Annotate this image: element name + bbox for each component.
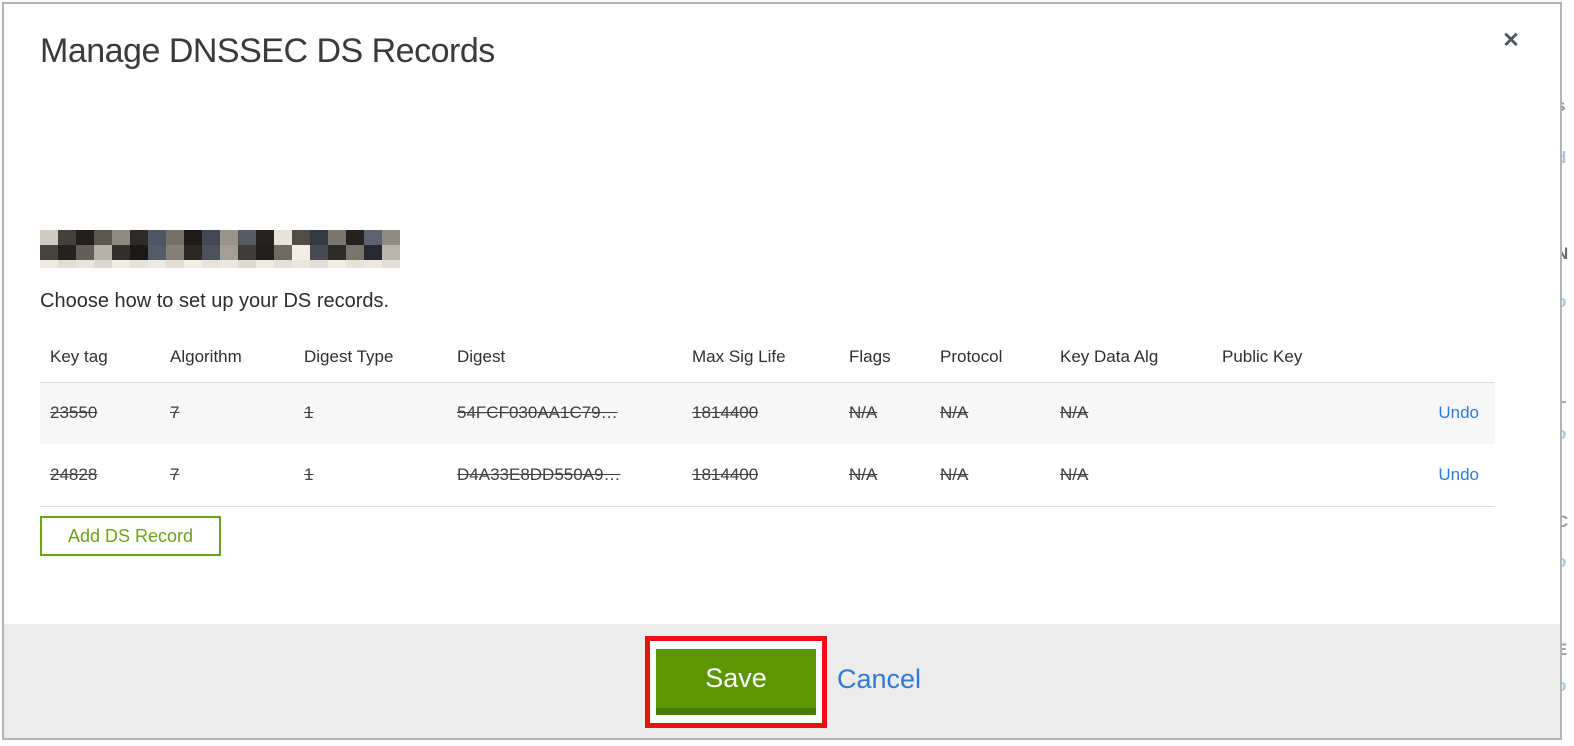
edge-text-fragment: o <box>1562 292 1566 312</box>
edge-text-fragment: E <box>1562 640 1567 660</box>
table-cell: 54FCF030AA1C79… <box>457 403 618 423</box>
table-cell: 1 <box>304 464 314 484</box>
undo-link[interactable]: Undo <box>1438 465 1479 484</box>
edge-text-fragment: o <box>1562 676 1566 696</box>
edge-text-fragment: L <box>1562 388 1566 408</box>
column-header: Digest <box>457 346 506 366</box>
table-cell: 1 <box>304 403 314 423</box>
pixel-row <box>40 230 400 245</box>
column-header: Public Key <box>1222 346 1303 366</box>
annotation-highlight-box: Save <box>645 636 827 728</box>
undo-link[interactable]: Undo <box>1438 403 1479 422</box>
edge-text-fragment: o <box>1562 424 1566 444</box>
action-cell: Undo <box>1422 382 1495 444</box>
table-cell: 1814400 <box>692 403 759 423</box>
add-ds-record-button[interactable]: Add DS Record <box>40 516 222 556</box>
cancel-link[interactable]: Cancel <box>837 664 921 695</box>
dnssec-modal: Manage DNSSEC DS Records ✕ Choose how to… <box>2 2 1562 740</box>
table-cell: 1814400 <box>692 464 759 484</box>
ds-records-table: Key tag Algorithm Digest Type Digest Max Sig… <box>40 332 1495 507</box>
pixel-row <box>40 260 400 268</box>
table-cell: N/A <box>940 403 969 423</box>
table-cell <box>1222 382 1422 444</box>
table-row: 24828 7 1 D4A33E8DD550A9… 1814400 N/A N/A N/A Un… <box>40 444 1495 506</box>
instruction-text: Choose how to set up your DS records. <box>40 290 390 312</box>
background-page-edge: sdNoLoCoEo <box>1562 0 1574 746</box>
table-cell: 7 <box>170 464 180 484</box>
column-header: Key tag <box>50 346 108 366</box>
table-body: 23550 7 1 54FCF030AA1C79… 1814400 N/A N/A N/A Un… <box>40 382 1495 506</box>
table-cell: 24828 <box>50 464 98 484</box>
column-header: Digest Type <box>304 346 394 366</box>
redacted-domain-name <box>40 230 400 268</box>
edge-text-fragment: d <box>1562 148 1566 168</box>
table-cell: N/A <box>940 464 969 484</box>
table-cell: 7 <box>170 403 180 423</box>
table-cell <box>1222 444 1422 506</box>
column-header <box>1422 332 1495 382</box>
table-cell: D4A33E8DD550A9… <box>457 464 621 484</box>
table-cell: N/A <box>1060 403 1089 423</box>
close-icon[interactable]: ✕ <box>1498 28 1524 54</box>
table-cell: N/A <box>1060 464 1089 484</box>
column-header: Key Data Alg <box>1060 346 1159 366</box>
column-header: Flags <box>849 346 891 366</box>
edge-text-fragment: C <box>1562 512 1569 531</box>
table-cell: 23550 <box>50 403 98 423</box>
page-background: sdNoLoCoEo Manage DNSSEC DS Records ✕ Ch… <box>0 0 1574 746</box>
modal-footer: Save Cancel <box>4 624 1560 738</box>
edge-text-fragment: s <box>1562 96 1565 116</box>
table-header-row: Key tag Algorithm Digest Type Digest Max Sig… <box>40 332 1495 382</box>
save-button[interactable]: Save <box>656 649 816 715</box>
column-header: Algorithm <box>170 346 242 366</box>
modal-title: Manage DNSSEC DS Records <box>40 32 495 70</box>
edge-text-fragment: o <box>1562 552 1566 572</box>
column-header: Max Sig Life <box>692 346 786 366</box>
table-row: 23550 7 1 54FCF030AA1C79… 1814400 N/A N/A N/A Un… <box>40 382 1495 444</box>
column-header: Protocol <box>940 346 1003 366</box>
table-cell: N/A <box>849 403 878 423</box>
edge-text-fragment: N <box>1562 244 1569 263</box>
action-cell: Undo <box>1422 444 1495 506</box>
pixel-row <box>40 245 400 260</box>
table-cell: N/A <box>849 464 878 484</box>
